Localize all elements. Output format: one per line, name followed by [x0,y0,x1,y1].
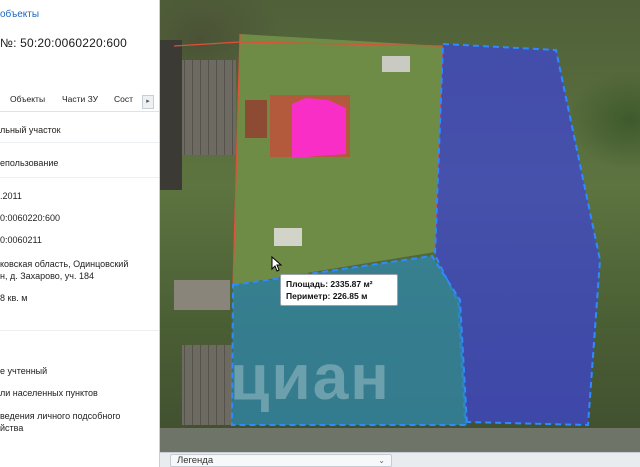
cian-watermark: циан [230,341,391,413]
info-row-address-line-1: ковская область, Одинцовский [0,259,129,269]
tab-composition[interactable]: Сост [114,94,133,104]
chevron-right-icon: ▸ [146,98,150,105]
tooltip-area: Площадь: 2335.87 м² [286,279,373,289]
tabs-scroll-right-button[interactable]: ▸ [142,95,154,109]
cadastral-number-title: №: 50:20:0060220:600 [0,36,127,50]
info-row-cadastral-quarter: 0:0060211 [0,235,42,245]
divider [0,177,159,178]
info-row-status: е учтенный [0,366,48,376]
app-root: объекты №: 50:20:0060220:600 Объекты Час… [0,0,640,467]
objects-back-link[interactable]: объекты [0,9,39,20]
info-row-land-use: епользование [0,158,59,168]
info-row-area: 8 кв. м [0,293,28,303]
info-row-cadastral-number: 0:0060220:600 [0,213,61,223]
divider [0,330,159,331]
info-row-date: .2011 [0,191,22,201]
tooltip-perimeter: Периметр: 226.85 м [286,291,368,301]
house-annex [245,100,267,138]
info-row-permitted-use-line-2: йства [0,423,24,433]
neighbor-outbuilding [174,280,230,310]
info-row-land-category: ли населенных пунктов [0,388,98,398]
tab-objects[interactable]: Объекты [10,94,45,104]
cursor-arrow-icon [271,256,283,272]
neighbor-house-roof [178,60,236,155]
neighbor-shed [160,40,182,190]
greenhouse-2 [274,228,302,246]
info-row-address-line-2: н, д. Захарово, уч. 184 [0,271,94,281]
info-row-category: льный участок [0,125,61,135]
legend-dropdown[interactable]: Легенда ⌄ [170,454,392,467]
divider [0,142,159,143]
measurement-tooltip: Площадь: 2335.87 м² Периметр: 226.85 м [280,274,398,306]
legend-bar: Легенда ⌄ [160,452,640,467]
chevron-down-icon: ⌄ [378,456,385,465]
lawn-area [233,34,443,285]
object-info-panel: объекты №: 50:20:0060220:600 Объекты Час… [0,0,160,467]
info-row-permitted-use-line-1: ведения личного подсобного [0,411,121,421]
neighbor-house-roof-2 [182,345,232,425]
panel-tabs: Объекты Части ЗУ Сост ▸ [0,90,159,112]
road [160,428,640,452]
tab-parcel-parts[interactable]: Части ЗУ [62,94,98,104]
greenhouse [382,56,410,72]
building-highlight [292,98,346,158]
legend-label: Легенда [177,455,214,466]
